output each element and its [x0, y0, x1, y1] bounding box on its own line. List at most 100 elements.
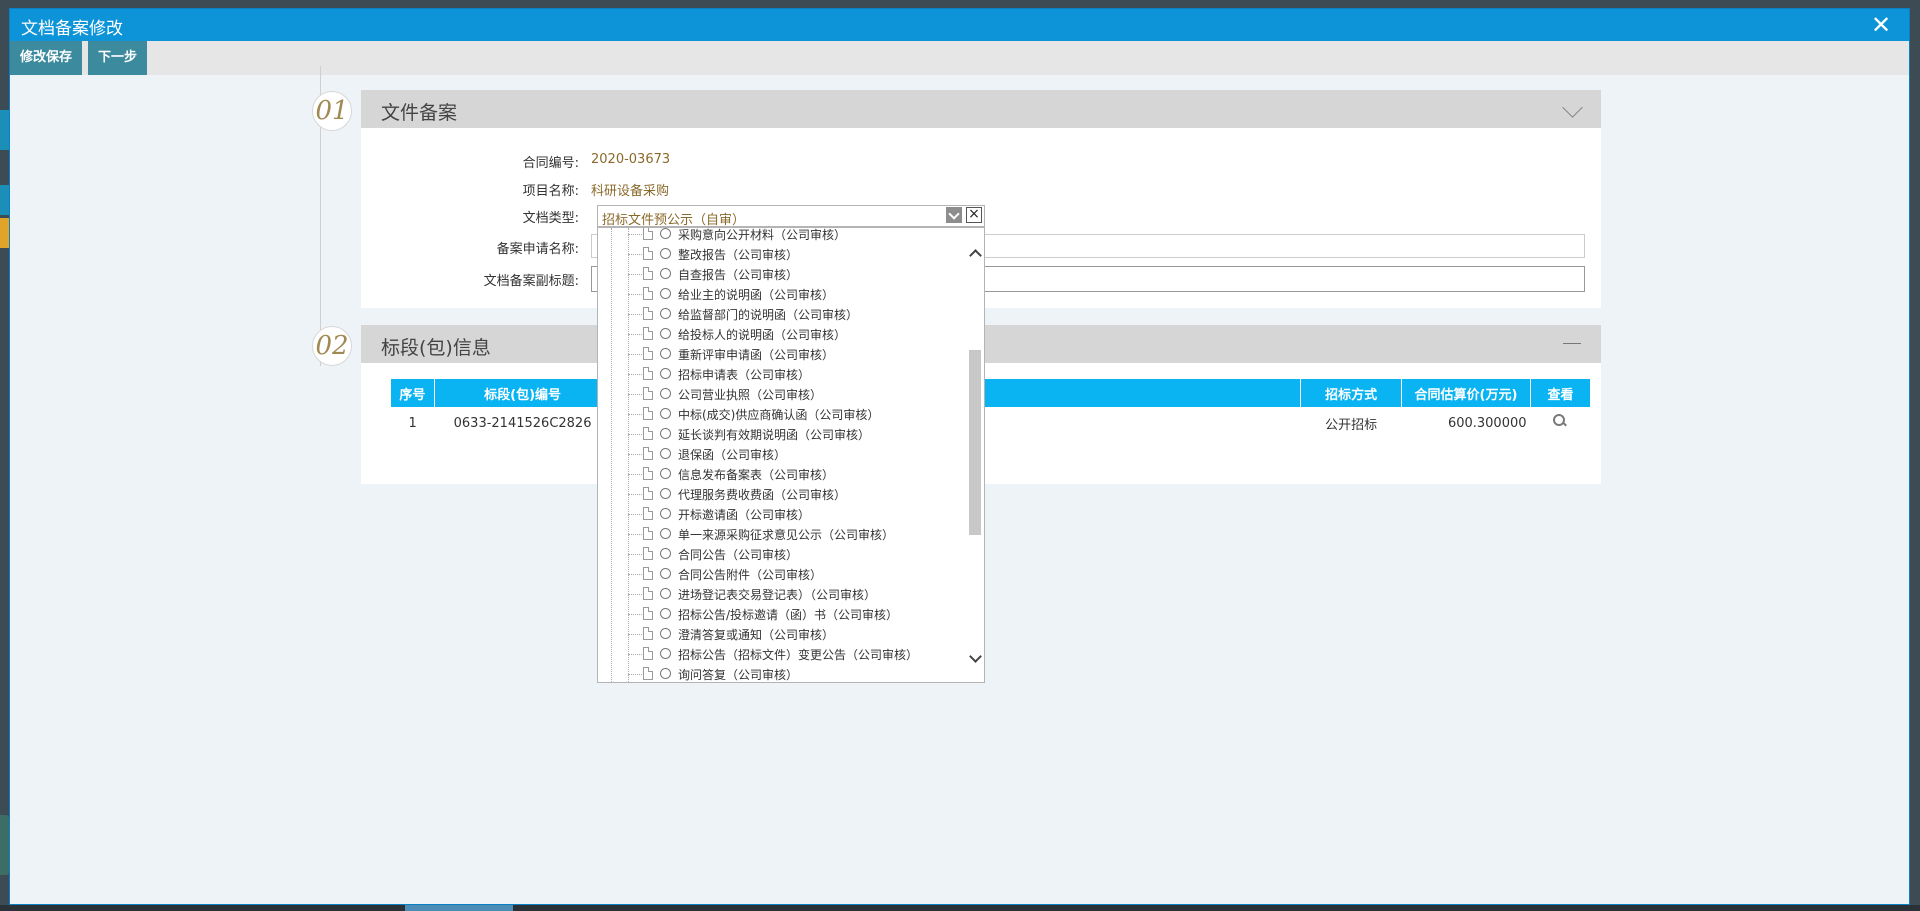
radio-icon[interactable] — [660, 308, 671, 319]
dropdown-scrollbar[interactable] — [966, 228, 984, 682]
file-icon — [643, 247, 653, 260]
tree-item[interactable]: 信息发布备案表（公司审核） — [628, 465, 964, 485]
tree-connector — [628, 614, 642, 615]
radio-icon[interactable] — [660, 468, 671, 479]
tree-item[interactable]: 给投标人的说明函（公司审核） — [628, 325, 964, 345]
tree-item[interactable]: 进场登记表交易登记表）（公司审核） — [628, 585, 964, 605]
tree-item[interactable]: 采购意向公开材料（公司审核） — [628, 228, 964, 245]
radio-icon[interactable] — [660, 288, 671, 299]
package-table: 序号 标段(包)编号 )名称 招标方式 合同估算价(万元) 查看 1 0633-… — [391, 379, 1590, 439]
file-icon — [643, 347, 653, 360]
file-icon — [643, 527, 653, 540]
table-header-row: 序号 标段(包)编号 )名称 招标方式 合同估算价(万元) 查看 — [391, 379, 1590, 407]
file-icon — [643, 307, 653, 320]
dialog-title: 文档备案修改 — [21, 19, 123, 39]
save-button[interactable]: 修改保存 — [10, 41, 83, 75]
step-number-02: 02 — [312, 326, 352, 366]
collapse-icon[interactable] — [1563, 343, 1581, 344]
radio-icon[interactable] — [660, 408, 671, 419]
radio-icon[interactable] — [660, 448, 671, 459]
tree-connector — [628, 474, 642, 475]
doc-type-dropdown-panel: 采购意向公开材料（公司审核） 整改报告（公司审核） 自查报告（公司审核） 给业主的说明… — [597, 227, 985, 683]
file-icon — [643, 427, 653, 440]
tree-connector — [628, 334, 642, 335]
clear-icon[interactable]: × — [966, 207, 982, 223]
scroll-thumb[interactable] — [969, 350, 981, 535]
radio-icon[interactable] — [660, 248, 671, 259]
col-header-seq: 序号 — [391, 379, 435, 407]
radio-icon[interactable] — [660, 588, 671, 599]
table-row: 1 0633-2141526C2826 公开招标 600.300000 — [391, 407, 1590, 439]
section-header-filing[interactable]: 文件备案 — [361, 90, 1601, 128]
file-icon — [643, 327, 653, 340]
tree-item[interactable]: 合同公告（公司审核） — [628, 545, 964, 565]
radio-icon[interactable] — [660, 368, 671, 379]
search-icon[interactable] — [1553, 414, 1568, 428]
tree-item[interactable]: 整改报告（公司审核） — [628, 245, 964, 265]
project-name-value: 科研设备采购 — [591, 184, 670, 199]
tree-item[interactable]: 单一来源采购征求意见公示（公司审核） — [628, 525, 964, 545]
next-step-button[interactable]: 下一步 — [88, 41, 148, 75]
scroll-up-icon[interactable] — [969, 249, 982, 262]
tree-item-label: 公司营业执照（公司审核） — [678, 388, 823, 402]
tree-item-label: 招标公告/投标邀请（函）书（公司审核） — [678, 608, 899, 622]
radio-icon[interactable] — [660, 508, 671, 519]
tree-item-label: 询问答复（公司审核） — [678, 668, 799, 682]
doc-type-label: 文档类型: — [522, 211, 579, 226]
tree-item[interactable]: 退保函（公司审核） — [628, 445, 964, 465]
tree-item[interactable]: 招标公告/投标邀请（函）书（公司审核） — [628, 605, 964, 625]
tree-connector — [628, 414, 642, 415]
tree-item-label: 中标(成交)供应商确认函（公司审核） — [678, 408, 880, 422]
cell-method: 公开招标 — [1325, 417, 1378, 433]
radio-icon[interactable] — [660, 268, 671, 279]
tree-item[interactable]: 给监督部门的说明函（公司审核） — [628, 305, 964, 325]
file-icon — [643, 507, 653, 520]
tree-item[interactable]: 招标申请表（公司审核） — [628, 365, 964, 385]
file-icon — [643, 447, 653, 460]
tree-item[interactable]: 澄清答复或通知（公司审核） — [628, 625, 964, 645]
radio-icon[interactable] — [660, 348, 671, 359]
radio-icon[interactable] — [660, 628, 671, 639]
chevron-down-icon[interactable] — [1562, 97, 1583, 118]
radio-icon[interactable] — [660, 528, 671, 539]
tree-item[interactable]: 合同公告附件（公司审核） — [628, 565, 964, 585]
tree-connector — [628, 514, 642, 515]
radio-icon[interactable] — [660, 668, 671, 679]
radio-icon[interactable] — [660, 568, 671, 579]
side-handle[interactable] — [0, 815, 9, 875]
tree-item[interactable]: 招标公告（招标文件）变更公告（公司审核） — [628, 645, 964, 665]
tree-item-label: 澄清答复或通知（公司审核） — [678, 628, 835, 642]
chevron-down-icon[interactable] — [946, 207, 962, 223]
tree-item-label: 重新评审申请函（公司审核） — [678, 348, 835, 362]
close-icon[interactable]: ✕ — [1868, 12, 1894, 38]
project-name-label: 项目名称: — [522, 184, 579, 199]
radio-icon[interactable] — [660, 488, 671, 499]
tree-connector — [628, 254, 642, 255]
tree-connector — [628, 494, 642, 495]
tree-item[interactable]: 中标(成交)供应商确认函（公司审核） — [628, 405, 964, 425]
tree-item[interactable]: 重新评审申请函（公司审核） — [628, 345, 964, 365]
taskbar-tab[interactable] — [405, 905, 513, 911]
tree-item[interactable]: 询问答复（公司审核） — [628, 665, 964, 682]
radio-icon[interactable] — [660, 648, 671, 659]
tree-item[interactable]: 公司营业执照（公司审核） — [628, 385, 964, 405]
file-icon — [643, 287, 653, 300]
radio-icon[interactable] — [660, 228, 671, 239]
tree-item[interactable]: 自查报告（公司审核） — [628, 265, 964, 285]
tree-item[interactable]: 延长谈判有效期说明函（公司审核） — [628, 425, 964, 445]
file-icon — [643, 547, 653, 560]
tree-item[interactable]: 给业主的说明函（公司审核） — [628, 285, 964, 305]
radio-icon[interactable] — [660, 328, 671, 339]
doc-type-select[interactable]: 招标文件预公示（自审） — [597, 205, 985, 228]
radio-icon[interactable] — [660, 608, 671, 619]
radio-icon[interactable] — [660, 388, 671, 399]
scroll-down-icon[interactable] — [969, 650, 982, 663]
cell-code: 0633-2141526C2826 — [453, 415, 592, 431]
radio-icon[interactable] — [660, 548, 671, 559]
tree-item-label: 自查报告（公司审核） — [678, 268, 799, 282]
tree-item-label: 开标邀请函（公司审核） — [678, 508, 811, 522]
radio-icon[interactable] — [660, 428, 671, 439]
tree-item[interactable]: 代理服务费收费函（公司审核） — [628, 485, 964, 505]
tree-item[interactable]: 开标邀请函（公司审核） — [628, 505, 964, 525]
tree-item-label: 给投标人的说明函（公司审核） — [678, 328, 847, 342]
